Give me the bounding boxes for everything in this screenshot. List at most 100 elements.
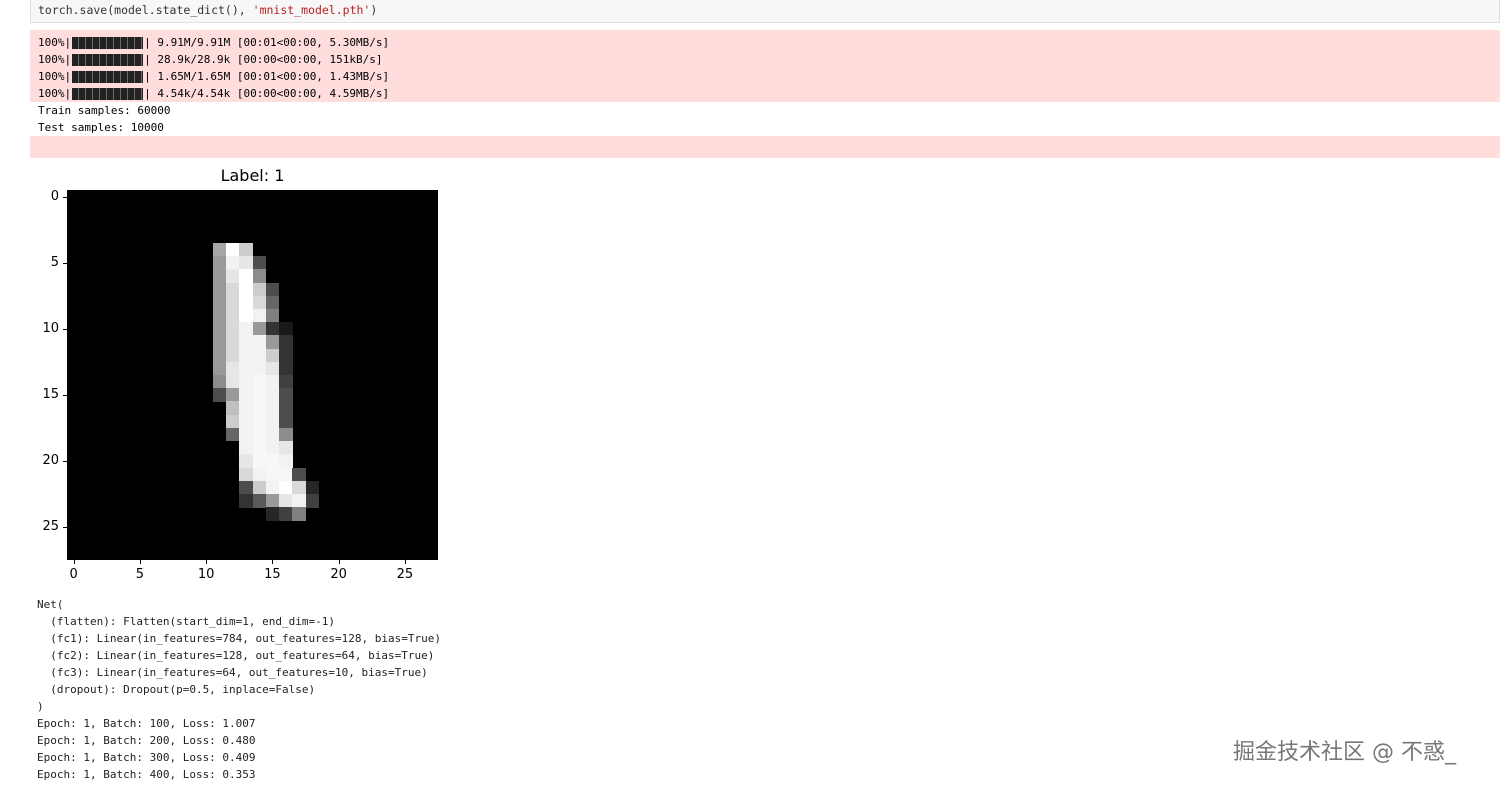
heatmap-cell [265, 308, 280, 323]
heatmap-cell [265, 454, 280, 468]
heatmap-cell [265, 295, 280, 310]
heatmap-cell [212, 308, 227, 323]
heatmap-cell [239, 375, 253, 389]
heatmap-cell [239, 388, 253, 402]
heatmap-cell [265, 507, 280, 521]
code-line[interactable]: torch.save(model.state_dict(), 'mnist_mo… [38, 2, 377, 18]
model-repr-line: (fc3): Linear(in_features=64, out_featur… [37, 666, 428, 679]
heatmap-cell [252, 427, 267, 442]
heatmap-cell [226, 242, 240, 257]
heatmap-cell [212, 256, 227, 270]
model-repr-line: (flatten): Flatten(start_dim=1, end_dim=… [37, 615, 336, 628]
x-tick-label: 15 [264, 567, 281, 582]
x-tick-mark [404, 560, 406, 564]
heatmap-cell [239, 282, 253, 297]
heatmap-cell [212, 375, 227, 389]
training-log-line: Epoch: 1, Batch: 300, Loss: 0.409 [37, 751, 256, 764]
heatmap-cell [252, 467, 267, 482]
heatmap-cell [252, 454, 267, 468]
progress-percent: 100%| [38, 36, 72, 49]
model-repr-line: (dropout): Dropout(p=0.5, inplace=False) [37, 683, 316, 696]
heatmap-cell [212, 361, 227, 376]
progress-detail: | 1.65M/1.65M [00:01<00:00, 1.43MB/s] [144, 70, 390, 83]
heatmap-cell [212, 335, 227, 349]
y-tick-label: 25 [42, 518, 59, 534]
heatmap-cell [265, 375, 280, 389]
progress-bar [72, 36, 144, 49]
heatmap-cell [239, 467, 253, 482]
heatmap-cell [265, 335, 280, 349]
heatmap-cell [226, 361, 240, 376]
heatmap-cell [239, 454, 253, 468]
code-prefix: torch.save(model.state_dict(), [38, 3, 253, 17]
progress-line: 100%| | 4.54k/4.54k [00:00<00:00, 4.59MB/… [38, 85, 389, 102]
heatmap-cell [239, 401, 253, 416]
heatmap-cell [279, 335, 293, 349]
heatmap-cell [212, 388, 227, 402]
heatmap-cell [212, 282, 227, 297]
heatmap-cell [252, 335, 267, 349]
progress-detail: | 9.91M/9.91M [00:01<00:00, 5.30MB/s] [144, 36, 390, 49]
training-log-line: Epoch: 1, Batch: 100, Loss: 1.007 [37, 717, 256, 730]
heatmap-cell [239, 335, 253, 349]
heatmap-cell [239, 348, 253, 363]
heatmap-cell [292, 467, 306, 482]
heatmap-cell [279, 322, 293, 336]
heatmap-cell [279, 454, 293, 468]
heatmap-cell [265, 388, 280, 402]
training-log-line: Epoch: 1, Batch: 200, Loss: 0.480 [37, 734, 256, 747]
heatmap-cell [279, 388, 293, 402]
heatmap-cell [252, 361, 267, 376]
heatmap-cell [226, 348, 240, 363]
progress-detail: | 4.54k/4.54k [00:00<00:00, 4.59MB/s] [144, 87, 390, 100]
heatmap-cell [239, 256, 253, 270]
y-tick-mark [63, 262, 67, 264]
x-tick-label: 5 [135, 567, 145, 582]
model-repr-line: (fc2): Linear(in_features=128, out_featu… [37, 649, 435, 662]
heatmap-cell [279, 348, 293, 363]
heatmap-cell [279, 361, 293, 376]
heatmap-cell [252, 269, 267, 283]
stdout-line: Test samples: 10000 [38, 121, 164, 134]
progress-line: 100%| | 28.9k/28.9k [00:00<00:00, 151kB/s… [38, 51, 383, 68]
heatmap-cell [239, 480, 253, 495]
code-cell[interactable]: torch.save(model.state_dict(), 'mnist_mo… [30, 0, 1500, 23]
x-tick-mark [206, 560, 208, 564]
heatmap-cell [265, 441, 280, 455]
x-tick-mark [73, 560, 75, 564]
heatmap-cell [226, 282, 240, 297]
y-tick-mark [63, 460, 67, 462]
digit-image [67, 190, 438, 560]
progress-bar [72, 70, 144, 83]
heatmap-cell [305, 493, 320, 508]
model-repr-line: (fc1): Linear(in_features=784, out_featu… [37, 632, 441, 645]
stderr-output: 100%| | 9.91M/9.91M [00:01<00:00, 5.30MB/… [30, 30, 1500, 102]
code-string: 'mnist_model.pth' [252, 3, 371, 17]
model-repr-line: ) [37, 700, 44, 713]
heatmap-cell [265, 467, 280, 482]
heatmap-cell [265, 493, 280, 508]
y-tick-mark [63, 394, 67, 396]
heatmap-cell [239, 269, 253, 283]
heatmap-cell [252, 401, 267, 416]
heatmap-cell [239, 493, 253, 508]
x-tick-mark [139, 560, 141, 564]
heatmap-cell [226, 269, 240, 283]
heatmap-cell [239, 322, 253, 336]
heatmap-cell [265, 401, 280, 416]
y-tick-label: 15 [42, 386, 59, 402]
heatmap-cell [212, 242, 227, 257]
x-tick-label: 0 [69, 567, 78, 582]
stdout-line: Train samples: 60000 [38, 104, 171, 117]
y-tick-label: 5 [50, 254, 59, 270]
progress-percent: 100%| [38, 53, 72, 66]
heatmap-cell [265, 427, 280, 442]
heatmap-cell [279, 507, 293, 521]
heatmap-cell [226, 401, 240, 416]
heatmap-cell [212, 348, 227, 363]
heatmap-cell [279, 493, 293, 508]
heatmap-cell [305, 480, 320, 495]
heatmap-cell [252, 375, 267, 389]
progress-bar [72, 53, 144, 66]
heatmap-cell [279, 375, 293, 389]
